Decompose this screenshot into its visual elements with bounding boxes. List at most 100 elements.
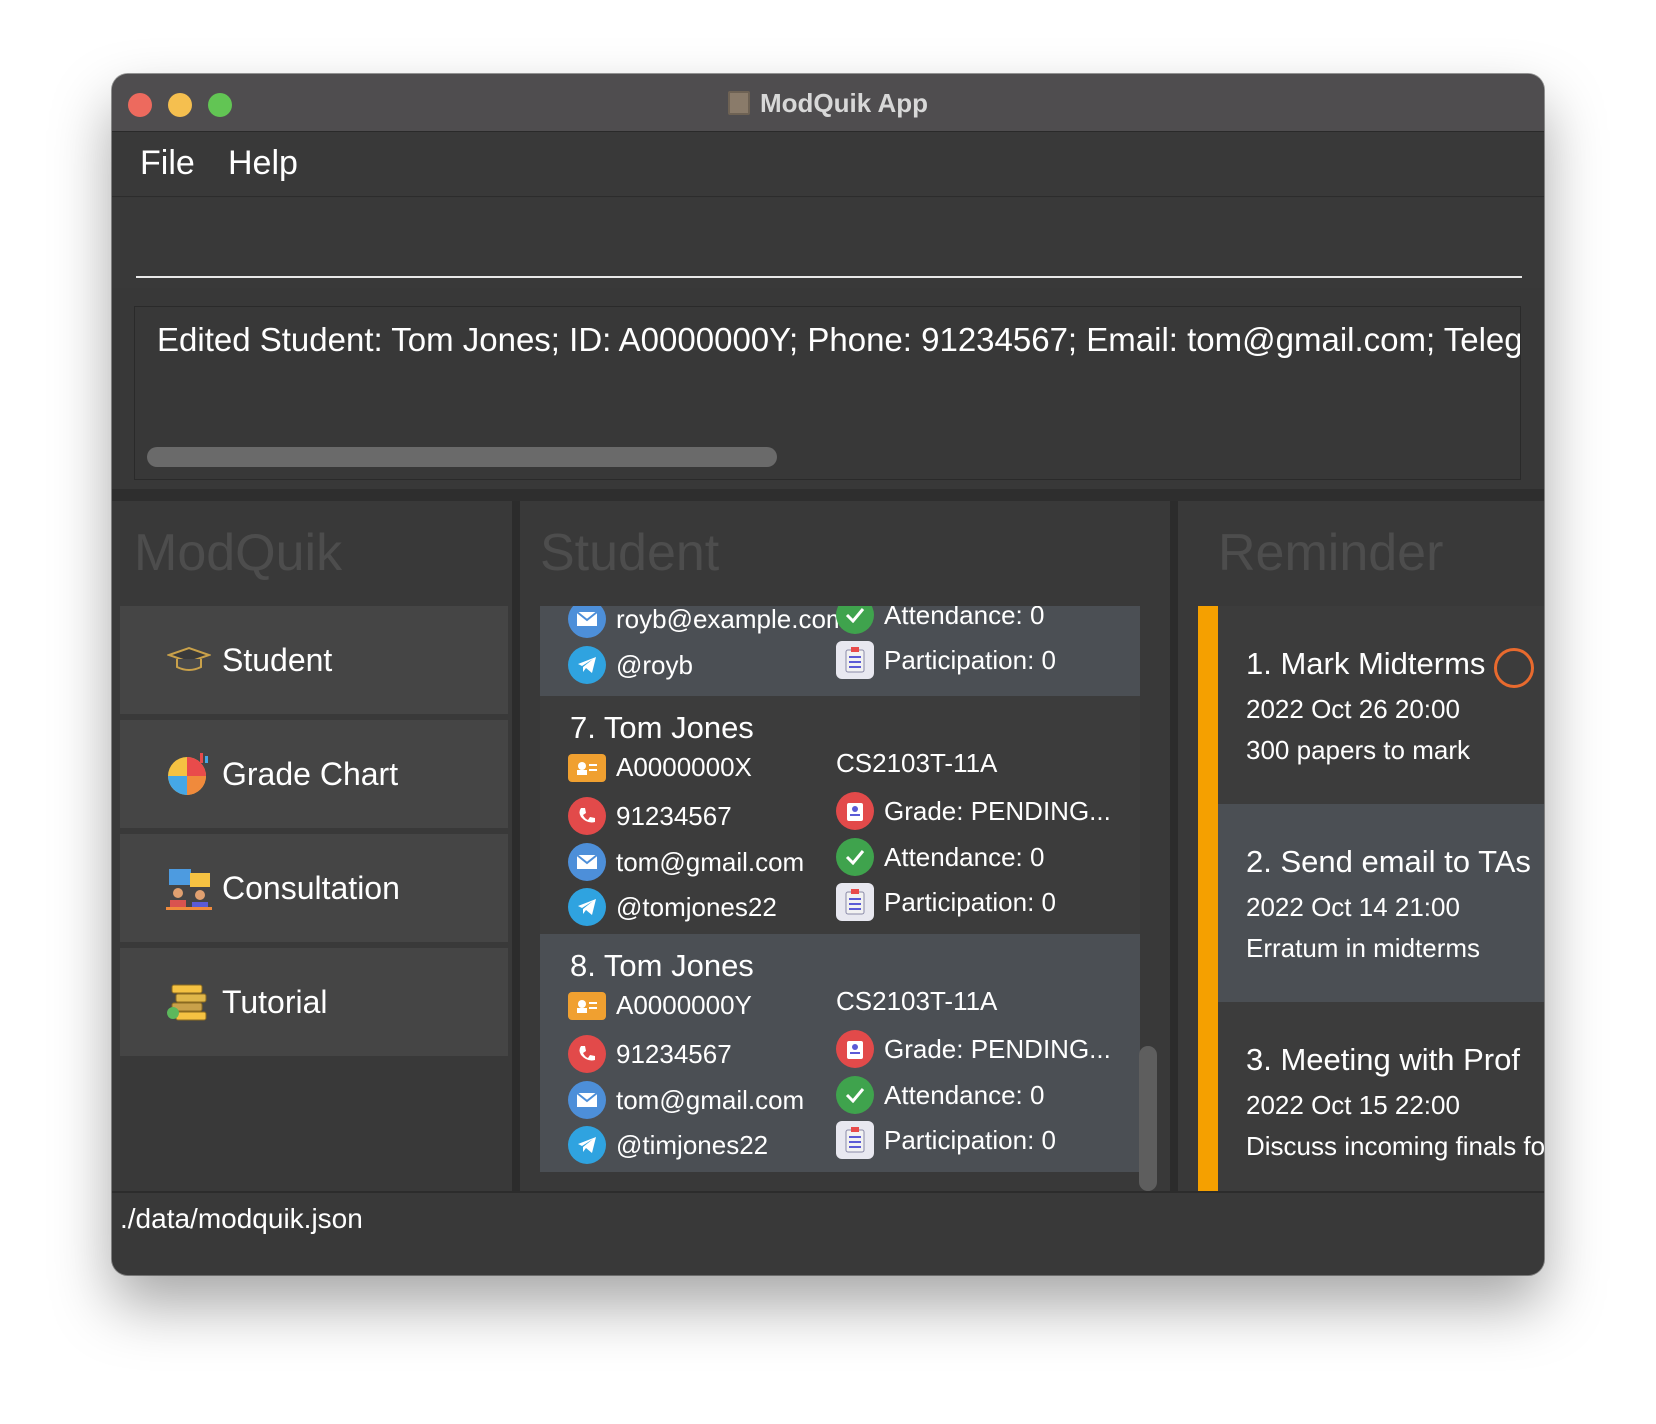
menu-help[interactable]: Help [228, 144, 298, 183]
student-id-field: A0000000X [568, 752, 752, 783]
horizontal-scrollbar[interactable] [147, 447, 777, 467]
menu-file[interactable]: File [140, 144, 195, 183]
id-card-icon [568, 991, 606, 1020]
email-field: tom@gmail.com [568, 843, 804, 881]
telegram-text: @tomjones22 [616, 891, 777, 922]
nav-grade-chart-button[interactable]: Grade Chart [120, 720, 508, 828]
email-icon [568, 1081, 606, 1119]
participation-text: Participation: 0 [884, 886, 1056, 917]
grade-field: Grade: PENDING... [836, 792, 1111, 830]
app-icon [727, 91, 750, 115]
command-input[interactable] [136, 198, 1522, 278]
pie-chart-icon [166, 751, 212, 797]
command-box [112, 198, 1544, 288]
reminder-date: 2022 Oct 26 20:00 [1246, 694, 1460, 724]
vertical-scrollbar[interactable] [1139, 1046, 1157, 1191]
grade-icon [836, 792, 874, 830]
student-card[interactable]: 7. Tom Jones A0000000X CS2103T-11A 91234… [540, 696, 1140, 934]
telegram-icon [568, 1126, 606, 1164]
phone-icon [568, 1035, 606, 1073]
telegram-icon [568, 888, 606, 926]
email-icon [568, 606, 606, 638]
clipboard-icon [836, 641, 874, 679]
nav-student-label: Student [222, 641, 333, 678]
telegram-text: @royb [616, 649, 693, 680]
window-title: ModQuik App [112, 88, 1544, 119]
reminder-card[interactable]: 2. Send email to TAs 2022 Oct 14 21:00 E… [1218, 804, 1544, 1002]
nav-tutorial-button[interactable]: Tutorial [120, 948, 508, 1056]
telegram-field: @timjones22 [568, 1126, 768, 1164]
nav-consultation-label: Consultation [222, 869, 400, 906]
attendance-field: Attendance: 0 [836, 838, 1044, 876]
books-icon [166, 979, 212, 1025]
student-card[interactable]: royb@example.com @royb Attendance: 0 Par… [540, 606, 1140, 696]
student-id-field: A0000000Y [568, 990, 752, 1021]
phone-field: 91234567 [568, 1035, 732, 1073]
participation-field: Participation: 0 [836, 883, 1056, 921]
telegram-icon [568, 646, 606, 684]
participation-text: Participation: 0 [884, 644, 1056, 675]
divider [112, 489, 1544, 501]
email-text: tom@gmail.com [616, 1084, 805, 1115]
participation-text: Participation: 0 [884, 1124, 1056, 1155]
result-display: Edited Student: Tom Jones; ID: A0000000Y… [134, 306, 1521, 480]
student-name: 7. Tom Jones [570, 710, 754, 745]
email-icon [568, 843, 606, 881]
student-id-text: A0000000X [616, 752, 752, 782]
attendance-text: Attendance: 0 [884, 841, 1045, 872]
nav-student-button[interactable]: Student [120, 606, 508, 714]
clipboard-icon [836, 1121, 874, 1159]
telegram-field: @royb [568, 646, 693, 684]
panel-divider [512, 501, 520, 1191]
reminder-description: Erratum in midterms [1246, 933, 1481, 963]
reminder-panel: Reminder 1. Mark Midterms 2022 Oct 26 20… [1178, 501, 1544, 1191]
tutorial-field: CS2103T-11A [836, 986, 997, 1017]
reminder-card[interactable]: 1. Mark Midterms 2022 Oct 26 20:00 300 p… [1218, 606, 1544, 804]
reminder-accent-bar [1198, 606, 1218, 1191]
email-text: royb@example.com [616, 606, 848, 634]
student-list[interactable]: royb@example.com @royb Attendance: 0 Par… [540, 606, 1140, 1191]
student-card[interactable]: 8. Tom Jones A0000000Y CS2103T-11A 91234… [540, 934, 1140, 1172]
student-id-text: A0000000Y [616, 990, 752, 1020]
student-panel: Student royb@example.com @royb Attendanc… [520, 501, 1170, 1191]
tutorial-field: CS2103T-11A [836, 748, 997, 779]
reminder-list[interactable]: 1. Mark Midterms 2022 Oct 26 20:00 300 p… [1198, 606, 1544, 1191]
checkmark-icon [836, 1076, 874, 1114]
nav-tutorial-label: Tutorial [222, 983, 328, 1020]
reminder-card[interactable]: 3. Meeting with Prof 2022 Oct 15 22:00 D… [1218, 1002, 1544, 1191]
nav-consultation-button[interactable]: Consultation [120, 834, 508, 942]
attendance-text: Attendance: 0 [884, 1079, 1045, 1110]
reminder-title: 3. Meeting with Prof [1246, 1042, 1520, 1077]
phone-text: 91234567 [616, 800, 732, 831]
participation-field: Participation: 0 [836, 641, 1056, 679]
participation-field: Participation: 0 [836, 1121, 1056, 1159]
reminder-description: 300 papers to mark [1246, 735, 1471, 765]
grade-icon [836, 1030, 874, 1068]
reminder-description: Discuss incoming finals fo [1246, 1131, 1544, 1161]
tutorial-text: CS2103T-11A [836, 986, 998, 1016]
telegram-text: @timjones22 [616, 1129, 769, 1160]
reminder-title: 2. Send email to TAs [1246, 844, 1531, 879]
phone-text: 91234567 [616, 1038, 732, 1069]
phone-field: 91234567 [568, 797, 732, 835]
panel-divider [1170, 501, 1178, 1191]
navigation-panel: ModQuik Student Grade Chart Consultation… [112, 501, 512, 1191]
panel-heading-student: Student [540, 524, 720, 582]
reminder-title: 1. Mark Midterms [1246, 646, 1486, 681]
tutorial-text: CS2103T-11A [836, 748, 998, 778]
student-name: 8. Tom Jones [570, 948, 754, 983]
grade-text: Grade: PENDING... [884, 1033, 1111, 1064]
panel-heading-reminder: Reminder [1218, 524, 1444, 582]
reminder-date: 2022 Oct 15 22:00 [1246, 1090, 1460, 1120]
attendance-text: Attendance: 0 [884, 606, 1045, 630]
title-bar[interactable]: ModQuik App [112, 74, 1544, 132]
id-card-icon [568, 753, 606, 782]
grade-field: Grade: PENDING... [836, 1030, 1111, 1068]
phone-icon [568, 797, 606, 835]
menu-bar: File Help [112, 132, 1544, 197]
email-field: royb@example.com [568, 606, 848, 638]
checkmark-icon [836, 838, 874, 876]
checkmark-icon [836, 606, 874, 634]
email-field: tom@gmail.com [568, 1081, 804, 1119]
data-file-path: ./data/modquik.json [120, 1203, 363, 1234]
